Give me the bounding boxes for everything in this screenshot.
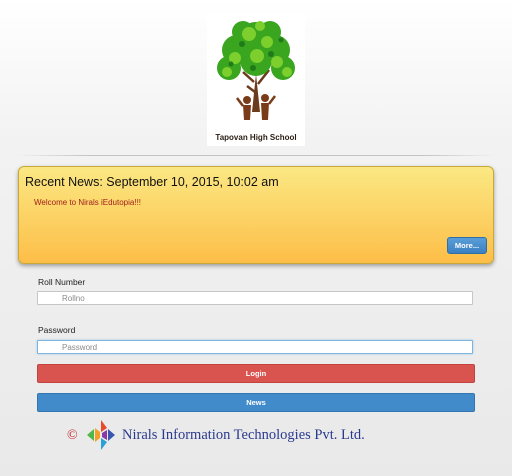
- footer: © Nirals Information Technologies Pvt. L…: [67, 420, 427, 454]
- login-button[interactable]: Login: [37, 364, 475, 383]
- more-news-button[interactable]: More...: [447, 237, 487, 254]
- news-body: Welcome to Nirals iEdutopia!!!: [34, 198, 142, 207]
- news-title: Recent News: September 10, 2015, 10:02 a…: [25, 175, 279, 189]
- password-input[interactable]: [37, 340, 473, 354]
- rollno-label: Roll Number: [38, 277, 86, 287]
- header-divider: [16, 155, 496, 156]
- company-name: Nirals Information Technologies Pvt. Ltd…: [122, 427, 365, 443]
- school-name: Tapovan High School: [215, 133, 297, 142]
- rollno-input[interactable]: [37, 291, 473, 305]
- copyright-symbol: ©: [67, 428, 78, 443]
- school-logo: Tapovan High School: [207, 12, 305, 146]
- password-label: Password: [38, 325, 76, 335]
- nirals-logo-icon: [87, 420, 115, 450]
- news-button[interactable]: News: [37, 393, 475, 412]
- tree-with-children-logo-icon: [217, 21, 295, 120]
- recent-news-panel: Recent News: September 10, 2015, 10:02 a…: [18, 166, 494, 264]
